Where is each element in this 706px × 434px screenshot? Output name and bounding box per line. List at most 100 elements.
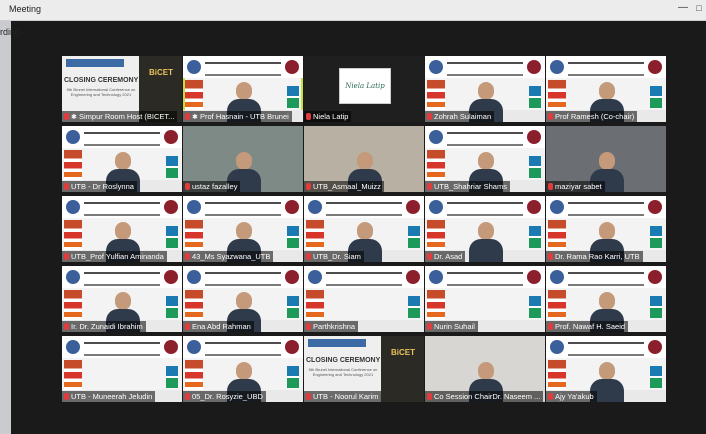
participant-name-label: Co Session ChairDr. Naseem ...: [425, 391, 544, 402]
participant-tile[interactable]: CLOSING CEREMONY 5th Brunei International…: [304, 336, 424, 402]
mic-muted-icon: [427, 183, 432, 190]
participant-name: Dr. Asad: [434, 252, 463, 261]
participant-name: Simpur Room Host (BICET...: [79, 112, 175, 121]
mic-muted-icon: [185, 323, 190, 330]
participant-tile[interactable]: ✱ Prof Hasnain - UTB Brunei: [183, 56, 303, 122]
conference-slide-left: [64, 360, 82, 394]
participant-logo: Niela Latip: [339, 68, 391, 104]
conference-slide-right: [529, 296, 541, 318]
maximize-button[interactable]: □: [692, 2, 706, 16]
participant-tile[interactable]: UTB_Prof Yulfian Aminanda: [62, 196, 182, 262]
participant-tile[interactable]: maziyar sabet: [546, 126, 666, 192]
minimize-button[interactable]: —: [676, 2, 690, 16]
participant-name-label: ustaz fazalley: [183, 181, 241, 192]
participant-tile[interactable]: Ajy Ya'akub: [546, 336, 666, 402]
participant-tile[interactable]: Prof. Nawaf H. Saeid: [546, 266, 666, 332]
participant-name-label: Ajy Ya'akub: [546, 391, 597, 402]
conference-slide-right: [166, 366, 178, 388]
participant-tile[interactable]: Ir. Dr. Zunaidi Ibrahim: [62, 266, 182, 332]
participant-name: UTB - Dr Roslynna: [71, 182, 134, 191]
mic-muted-icon: [306, 393, 311, 400]
closing-title: CLOSING CEREMONY: [306, 357, 381, 364]
conference-slide-left: [64, 150, 82, 184]
participant-tile[interactable]: UTB - Muneerah Jeludin: [62, 336, 182, 402]
participant-name: Ir. Dr. Zunaidi Ibrahim: [71, 322, 143, 331]
closing-subtitle: 5th Brunei International Conference on E…: [66, 87, 136, 97]
mic-muted-icon: [306, 323, 311, 330]
participant-tile[interactable]: Dr. Rama Rao Karri, UTB: [546, 196, 666, 262]
conference-slide-right: [287, 86, 299, 108]
participant-name: Parthkrishna: [313, 322, 356, 331]
participant-tile[interactable]: Co Session ChairDr. Naseem ...: [425, 336, 545, 402]
conference-slide-right: [166, 226, 178, 248]
participant-tile[interactable]: CLOSING CEREMONY 5th Brunei International…: [62, 56, 182, 122]
conference-slide-left: [427, 80, 445, 114]
conference-slide-left: [64, 290, 82, 324]
university-logo: [66, 59, 124, 67]
mic-muted-icon: [548, 253, 553, 260]
participant-tile[interactable]: ustaz fazalley: [183, 126, 303, 192]
participant-tile[interactable]: Zohrah Sulaiman: [425, 56, 545, 122]
conference-slide-right: [408, 296, 420, 318]
conference-slide-left: [548, 290, 566, 324]
participant-tile[interactable]: 43_Ms Syazwana_UTB: [183, 196, 303, 262]
mic-muted-icon: [64, 393, 69, 400]
participant-name-label: UTB_Prof Yulfian Aminanda: [62, 251, 167, 262]
conference-slide-lines: [568, 272, 644, 286]
participant-tile[interactable]: UTB - Dr Roslynna: [62, 126, 182, 192]
conference-slide-left: [548, 220, 566, 254]
mic-muted-icon: [548, 183, 553, 190]
mic-muted-icon: [548, 113, 553, 120]
participant-name-label: Niela Latip: [304, 111, 352, 122]
participant-name-label: UTB_Shahriar Shams: [425, 181, 510, 192]
participant-tile[interactable]: Nurin Suhail: [425, 266, 545, 332]
participant-name: Nurin Suhail: [434, 322, 475, 331]
participant-tile[interactable]: Ena Abd Rahman: [183, 266, 303, 332]
participant-name: UTB_Shahriar Shams: [434, 182, 507, 191]
conference-slide-left: [427, 220, 445, 254]
participant-name: Dr. Rama Rao Karri, UTB: [555, 252, 640, 261]
title-bar: Meeting — □: [0, 0, 706, 21]
conference-slide-lines: [447, 132, 523, 146]
conference-slide-left: [548, 80, 566, 114]
conference-slide-right: [529, 226, 541, 248]
participant-name-label: 05_Dr. Rosyzie_UBD: [183, 391, 266, 402]
mic-muted-icon: [427, 113, 432, 120]
participant-name-label: ✱ Simpur Room Host (BICET...: [62, 111, 178, 122]
participant-tile[interactable]: Niela Latip Niela Latip: [304, 56, 424, 122]
participant-tile[interactable]: 05_Dr. Rosyzie_UBD: [183, 336, 303, 402]
conference-slide-lines: [84, 202, 160, 216]
mic-muted-icon: [548, 323, 553, 330]
participant-tile[interactable]: UTB_Dr. Siam: [304, 196, 424, 262]
conference-slide-lines: [205, 272, 281, 286]
participant-name-label: 43_Ms Syazwana_UTB: [183, 251, 274, 262]
mic-muted-icon: [185, 113, 190, 120]
participant-tile[interactable]: UTB_Asmaal_Muizz: [304, 126, 424, 192]
participant-name-label: UTB - Muneerah Jeludin: [62, 391, 156, 402]
participant-name-label: Prof. Nawaf H. Saeid: [546, 321, 629, 332]
participant-tile[interactable]: Prof Ramesh (Co-chair): [546, 56, 666, 122]
participant-name: 05_Dr. Rosyzie_UBD: [192, 392, 263, 401]
participant-name: maziyar sabet: [555, 182, 602, 191]
participant-tile[interactable]: Dr. Asad: [425, 196, 545, 262]
conference-slide-lines: [205, 202, 281, 216]
conference-slide-right: [650, 226, 662, 248]
participant-name: UTB_Dr. Siam: [313, 252, 361, 261]
participant-name: UTB_Asmaal_Muizz: [313, 182, 381, 191]
mic-muted-icon: [64, 183, 69, 190]
conference-slide-left: [185, 220, 203, 254]
conference-slide-lines: [84, 272, 160, 286]
conference-slide-lines: [447, 202, 523, 216]
participant-name-label: Zohrah Sulaiman: [425, 111, 495, 122]
participant-tile[interactable]: UTB_Shahriar Shams: [425, 126, 545, 192]
conference-slide-lines: [84, 132, 160, 146]
participant-name: Zohrah Sulaiman: [434, 112, 492, 121]
participant-tile[interactable]: Parthkrishna: [304, 266, 424, 332]
conference-slide-lines: [447, 272, 523, 286]
conference-slide-right: [408, 226, 420, 248]
mic-muted-icon: [548, 393, 553, 400]
conference-slide-lines: [568, 342, 644, 356]
mic-muted-icon: [306, 183, 311, 190]
conference-slide-lines: [326, 272, 402, 286]
participant-name: Ajy Ya'akub: [555, 392, 594, 401]
